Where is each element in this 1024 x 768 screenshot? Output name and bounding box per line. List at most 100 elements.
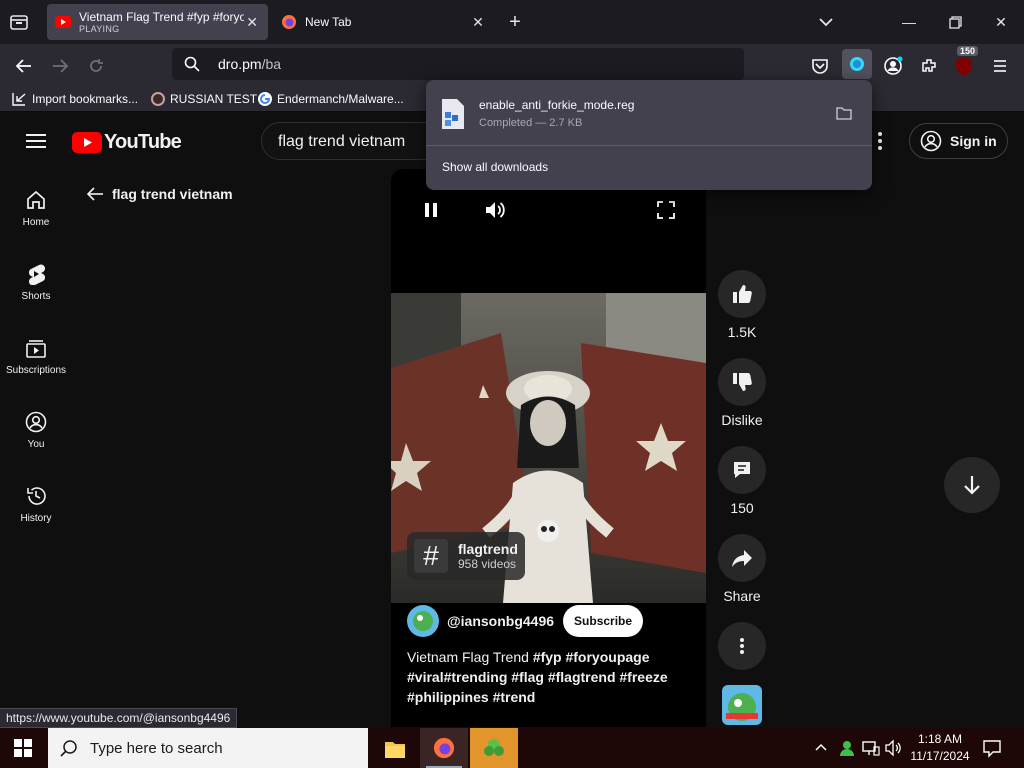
ublock-badge: 150 [957, 46, 979, 56]
next-video-button[interactable] [944, 457, 1000, 513]
bookmark-favicon-icon [151, 92, 165, 106]
sign-in-button[interactable]: Sign in [909, 123, 1008, 159]
arrow-down-icon [964, 476, 980, 495]
downloads-panel: enable_anti_forkie_mode.reg Completed — … [426, 80, 872, 190]
back-to-search[interactable]: flag trend vietnam [86, 185, 233, 203]
close-tab-icon[interactable]: ✕ [244, 14, 260, 31]
sound-avatar-icon [726, 693, 758, 721]
comments-button[interactable] [718, 446, 766, 494]
restore-icon[interactable] [943, 10, 967, 34]
thumbs-up-icon [733, 285, 752, 303]
guide-menu-icon[interactable] [25, 132, 47, 150]
file-explorer-icon[interactable] [380, 734, 410, 764]
new-tab-icon[interactable]: + [503, 10, 527, 34]
firefox-taskbar-icon[interactable] [420, 728, 468, 768]
like-button[interactable] [718, 270, 766, 318]
people-icon[interactable] [838, 739, 856, 757]
pause-icon[interactable] [424, 202, 438, 218]
close-window-icon[interactable]: ✕ [989, 10, 1013, 34]
show-hidden-icons[interactable] [814, 741, 828, 753]
network-icon[interactable] [862, 739, 880, 757]
tab-new-tab[interactable]: New Tab ✕ [273, 4, 494, 40]
tab-bar: Vietnam Flag Trend #fyp #foryo PLAYING ✕… [0, 0, 1024, 44]
tab-title: New Tab [305, 15, 352, 29]
url-bar[interactable]: dro.pm/ba [172, 48, 744, 80]
youtube-logo-icon [72, 132, 102, 153]
forward-arrow-icon[interactable] [47, 53, 73, 79]
status-link-tooltip: https://www.youtube.com/@iansonbg4496 [0, 708, 238, 728]
download-item[interactable]: enable_anti_forkie_mode.reg Completed — … [434, 88, 864, 140]
tab-title: Vietnam Flag Trend #fyp #foryo [79, 10, 245, 24]
menu-icon[interactable] [987, 53, 1013, 79]
youtube-favicon-icon [55, 16, 71, 28]
notifications-icon[interactable] [982, 738, 1002, 758]
bookmark-endermanch[interactable]: Endermanch/Malware... [258, 90, 404, 108]
search-input[interactable]: flag trend vietnam [261, 122, 431, 160]
bookmark-import[interactable]: Import bookmarks... [12, 90, 138, 108]
short-title: Vietnam Flag Trend #fyp #foryoupage #vir… [407, 649, 668, 705]
channel-name[interactable]: @iansonbg4496 [447, 613, 554, 629]
sidebar-item-you[interactable]: You [0, 411, 72, 450]
comment-count: 150 [730, 500, 754, 516]
download-status: Completed — 2.7 KB [479, 117, 583, 129]
ublock-icon[interactable]: 150 [951, 46, 979, 79]
search-icon [184, 56, 200, 72]
extensions-icon[interactable] [916, 53, 942, 79]
tab-list-icon[interactable] [8, 12, 30, 32]
download-filename: enable_anti_forkie_mode.reg [479, 98, 635, 112]
account-icon[interactable] [880, 53, 906, 79]
clock[interactable]: 1:18 AM 11/17/2024 [908, 731, 972, 765]
windows-taskbar: Type here to search 1:18 AM 11/17/2024 [0, 728, 1024, 768]
youtube-page: YouTube flag trend vietnam Sign in Home … [0, 113, 1024, 727]
hashtag-icon: # [414, 539, 448, 573]
downloads-icon[interactable] [842, 49, 872, 79]
channel-avatar-icon[interactable] [407, 605, 439, 637]
taskbar-search-input[interactable]: Type here to search [48, 728, 368, 768]
reload-icon[interactable] [83, 53, 109, 79]
windows-start-icon[interactable] [14, 739, 32, 757]
more-vertical-icon [740, 638, 744, 654]
app-taskbar-icon[interactable] [470, 728, 518, 768]
pocket-icon[interactable] [807, 53, 833, 79]
list-all-tabs-icon[interactable] [814, 10, 838, 34]
subscribe-button[interactable]: Subscribe [563, 605, 644, 637]
volume-tray-icon[interactable] [885, 739, 903, 757]
firefox-icon [282, 15, 296, 29]
sidebar-item-shorts[interactable]: Shorts [0, 263, 72, 302]
thumbs-down-icon [733, 373, 752, 391]
url-text: dro.pm/ba [218, 56, 282, 72]
bookmark-russian-test[interactable]: RUSSIAN TEST [151, 90, 257, 108]
sidebar-item-home[interactable]: Home [0, 189, 72, 228]
tab-playing-label: PLAYING [79, 24, 120, 34]
sidebar-item-history[interactable]: History [0, 485, 72, 524]
share-button[interactable] [718, 534, 766, 582]
hashtag-chip[interactable]: # flagtrend 958 videos [407, 532, 525, 580]
sidebar-item-subscriptions[interactable]: Subscriptions [0, 337, 72, 376]
more-options-icon[interactable] [874, 131, 886, 151]
shorts-player[interactable]: # flagtrend 958 videos @iansonbg4496 Sub… [391, 169, 706, 727]
import-icon [12, 93, 26, 106]
home-icon [27, 190, 45, 209]
more-actions-button[interactable] [718, 622, 766, 670]
show-all-downloads-link[interactable]: Show all downloads [442, 160, 548, 174]
minimize-icon[interactable]: — [897, 10, 921, 34]
shorts-icon [28, 264, 46, 285]
history-icon [27, 487, 46, 505]
dislike-button[interactable] [718, 358, 766, 406]
dislike-label: Dislike [721, 412, 763, 428]
youtube-logo[interactable]: YouTube [72, 131, 182, 154]
user-icon [920, 130, 942, 152]
comment-icon [734, 462, 750, 478]
back-arrow-icon[interactable] [11, 53, 37, 79]
fullscreen-icon[interactable] [656, 200, 676, 220]
sound-thumbnail[interactable] [722, 685, 762, 725]
subscriptions-icon [26, 340, 46, 358]
volume-icon[interactable] [484, 200, 506, 220]
share-icon [732, 550, 752, 567]
folder-icon[interactable] [836, 106, 852, 120]
close-tab-icon[interactable]: ✕ [470, 14, 486, 31]
back-arrow-icon [86, 187, 103, 201]
search-icon [60, 740, 77, 757]
tab-youtube[interactable]: Vietnam Flag Trend #fyp #foryo PLAYING ✕ [47, 4, 268, 40]
you-icon [25, 411, 47, 433]
